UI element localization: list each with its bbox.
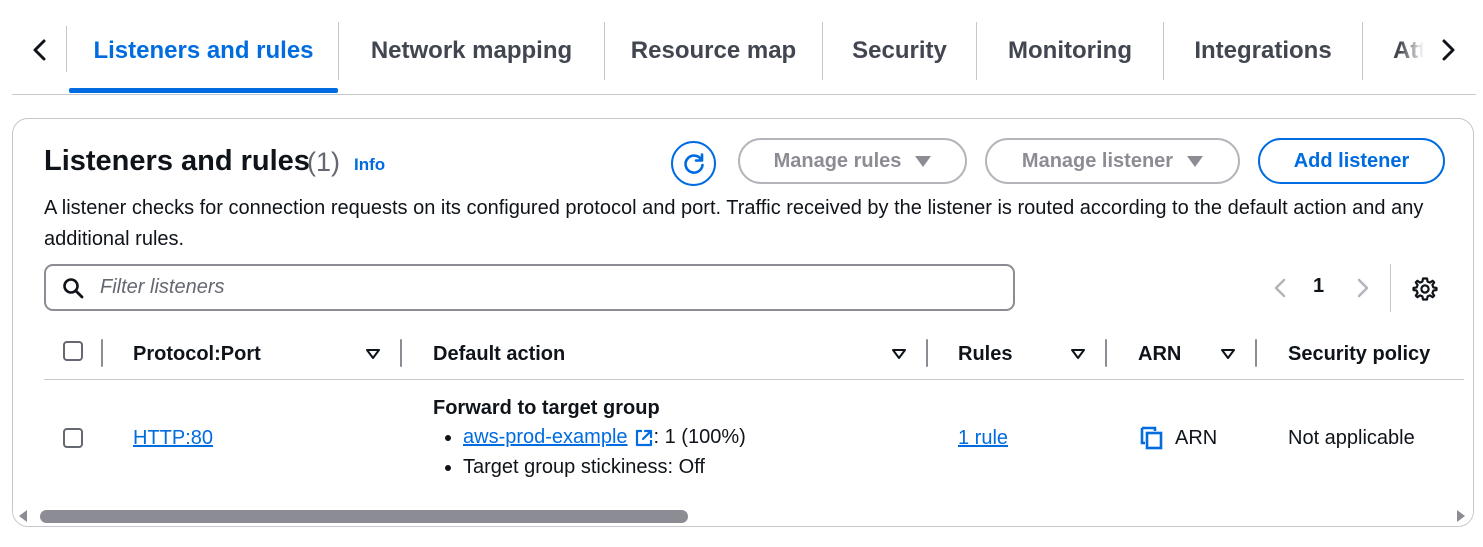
copy-icon xyxy=(1140,426,1163,450)
table-header: Protocol:Port Default action Rules ARN S… xyxy=(44,329,1464,380)
listeners-panel: Listeners and rules (1) Info Manage rule… xyxy=(12,118,1474,527)
refresh-icon xyxy=(683,152,704,174)
next-page-button[interactable] xyxy=(1350,269,1376,307)
tab-listeners-and-rules[interactable]: Listeners and rules xyxy=(69,22,338,80)
column-divider xyxy=(1255,339,1257,367)
chevron-left-icon xyxy=(33,39,46,61)
column-header-rules[interactable]: Rules xyxy=(958,329,1012,379)
column-header-arn[interactable]: ARN xyxy=(1138,329,1181,379)
previous-page-button[interactable] xyxy=(1267,269,1293,307)
stickiness-text: Target group stickiness: Off xyxy=(463,456,705,478)
tab-bar: Listeners and rules Network mapping Reso… xyxy=(12,0,1476,95)
scroll-right-arrow[interactable] xyxy=(1457,510,1465,522)
tabs-scroll-left-button[interactable] xyxy=(20,30,60,70)
tabs-scroll-right-button[interactable] xyxy=(1428,30,1468,70)
sort-caret-icon xyxy=(1071,349,1085,359)
column-divider xyxy=(926,339,928,367)
tab-monitoring[interactable]: Monitoring xyxy=(977,22,1163,80)
info-link[interactable]: Info xyxy=(354,155,385,175)
tab-network-mapping[interactable]: Network mapping xyxy=(339,22,604,80)
column-divider xyxy=(1105,339,1107,367)
manage-listener-button[interactable]: Manage listener xyxy=(985,138,1240,184)
select-all-checkbox[interactable] xyxy=(63,341,83,361)
sort-protocol-port-button[interactable] xyxy=(363,344,383,364)
scrollbar-thumb[interactable] xyxy=(40,510,688,523)
current-page-number[interactable]: 1 xyxy=(1313,275,1324,298)
protocol-port-link[interactable]: HTTP:80 xyxy=(133,427,213,450)
column-header-security-policy[interactable]: Security policy xyxy=(1288,329,1430,379)
panel-title: Listeners and rules xyxy=(44,145,310,177)
chevron-right-icon xyxy=(1357,278,1369,298)
stickiness-item: Target group stickiness: Off xyxy=(433,456,705,479)
tab-attributes[interactable]: Attributes xyxy=(1363,22,1423,80)
column-divider xyxy=(101,339,103,367)
add-listener-button[interactable]: Add listener xyxy=(1258,138,1445,184)
row-select-checkbox[interactable] xyxy=(63,428,83,448)
sort-default-action-button[interactable] xyxy=(889,344,909,364)
listener-count: (1) xyxy=(307,147,340,177)
filter-listeners-input[interactable] xyxy=(98,275,982,300)
sort-caret-icon xyxy=(366,349,380,359)
search-icon xyxy=(63,277,84,298)
column-divider xyxy=(400,339,402,367)
pagination-divider xyxy=(1390,264,1391,312)
manage-rules-button[interactable]: Manage rules xyxy=(738,138,967,184)
sort-arn-button[interactable] xyxy=(1218,344,1238,364)
scroll-left-arrow[interactable] xyxy=(19,510,27,522)
filter-listeners-field[interactable] xyxy=(44,264,1015,311)
default-action-title: Forward to target group xyxy=(433,397,660,419)
tab-integrations[interactable]: Integrations xyxy=(1164,22,1362,80)
sort-caret-icon xyxy=(1221,349,1235,359)
tabs-divider xyxy=(66,26,67,72)
copy-arn-button[interactable]: ARN xyxy=(1139,425,1217,451)
gear-icon xyxy=(1412,277,1438,301)
table-preferences-button[interactable] xyxy=(1407,271,1443,307)
bullet xyxy=(445,464,451,471)
active-tab-indicator xyxy=(69,88,338,93)
column-header-default-action[interactable]: Default action xyxy=(433,329,565,379)
caret-down-icon xyxy=(1187,155,1204,167)
sort-caret-icon xyxy=(892,349,906,359)
panel-description: A listener checks for connection request… xyxy=(44,197,1424,250)
bullet xyxy=(445,434,451,441)
chevron-right-icon xyxy=(1442,39,1455,61)
column-header-protocol-port[interactable]: Protocol:Port xyxy=(133,329,261,379)
caret-down-icon xyxy=(915,155,932,167)
target-group-link[interactable]: aws-prod-example xyxy=(463,426,628,449)
chevron-left-icon xyxy=(1274,278,1286,298)
tab-security[interactable]: Security xyxy=(823,22,976,80)
rules-link[interactable]: 1 rule xyxy=(958,427,1008,450)
tab-resource-map[interactable]: Resource map xyxy=(605,22,822,80)
refresh-button[interactable] xyxy=(671,141,716,186)
security-policy-value: Not applicable xyxy=(1288,427,1415,449)
external-link-icon xyxy=(635,429,652,446)
target-group-item: aws-prod-example : 1 (100%) xyxy=(433,426,746,449)
target-weight: : 1 (100%) xyxy=(653,426,746,448)
sort-rules-button[interactable] xyxy=(1068,344,1088,364)
